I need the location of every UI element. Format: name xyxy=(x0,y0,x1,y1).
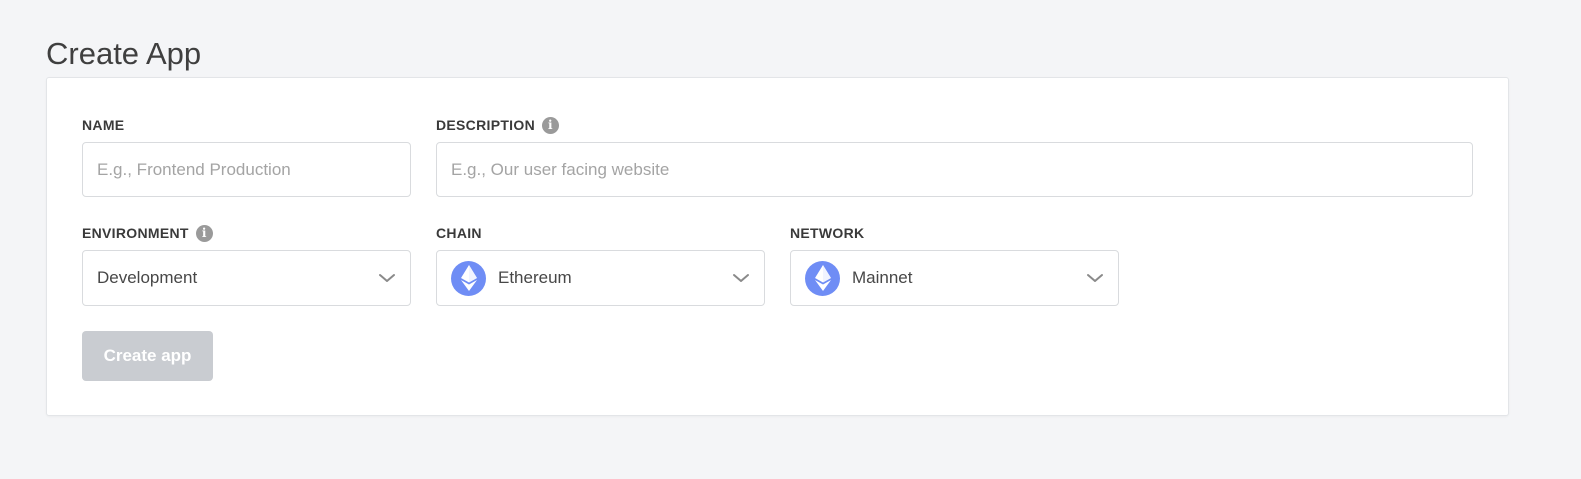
chevron-down-icon xyxy=(379,274,395,282)
environment-label-text: ENVIRONMENT xyxy=(82,225,189,241)
description-label-text: DESCRIPTION xyxy=(436,117,535,133)
page-title: Create App xyxy=(46,36,202,71)
name-field-label: NAME xyxy=(82,116,124,134)
create-app-button[interactable]: Create app xyxy=(82,331,213,381)
description-input[interactable] xyxy=(436,142,1473,197)
description-field-label: DESCRIPTION i xyxy=(436,116,559,134)
chevron-down-icon xyxy=(733,274,749,282)
info-icon[interactable]: i xyxy=(195,224,213,242)
name-input[interactable] xyxy=(82,142,411,197)
create-app-form-card: NAME DESCRIPTION i ENVIRONMENT i Develop… xyxy=(46,77,1509,416)
chevron-down-icon xyxy=(1087,274,1103,282)
info-icon[interactable]: i xyxy=(541,116,559,134)
network-label-text: NETWORK xyxy=(790,225,865,241)
name-label-text: NAME xyxy=(82,117,125,133)
network-field-label: NETWORK xyxy=(790,224,864,242)
network-selected-value: Mainnet xyxy=(852,268,913,287)
environment-selected-value: Development xyxy=(97,268,198,287)
chain-field-label: CHAIN xyxy=(436,224,482,242)
network-select[interactable]: Mainnet xyxy=(790,250,1119,306)
chain-label-text: CHAIN xyxy=(436,225,482,241)
chain-select[interactable]: Ethereum xyxy=(436,250,765,306)
ethereum-icon xyxy=(451,260,486,296)
environment-select[interactable]: Development xyxy=(82,250,411,306)
environment-field-label: ENVIRONMENT i xyxy=(82,224,213,242)
chain-selected-value: Ethereum xyxy=(498,268,572,287)
ethereum-icon xyxy=(805,260,840,296)
